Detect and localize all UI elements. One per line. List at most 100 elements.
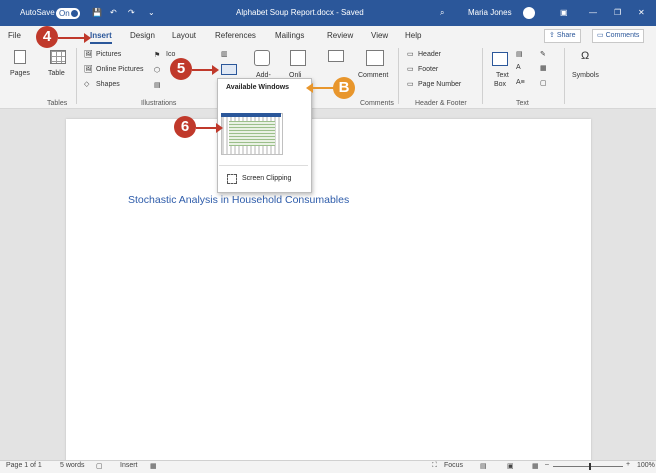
avatar[interactable] [523,7,535,19]
pages-button[interactable]: Pages [10,70,30,77]
ribbon-divider [76,48,77,104]
thumbnail-titlebar [221,113,281,117]
text-box-label-2[interactable]: Box [494,81,506,88]
proofing-icon[interactable]: ▢ [96,462,103,470]
tab-view[interactable]: View [371,31,388,40]
print-layout-icon[interactable]: ▣ [507,462,514,470]
share-button[interactable]: ⇪ Share [544,29,581,43]
comment-icon[interactable] [366,50,384,66]
callout-5-arrow [192,69,212,71]
focus-button[interactable]: Focus [444,462,463,469]
header-button[interactable]: Header [418,51,441,58]
search-icon[interactable]: ⌕ [440,8,444,18]
read-mode-icon[interactable]: ▤ [480,462,487,470]
icons-icon[interactable]: ⚑ [154,51,160,59]
pages-icon[interactable] [14,50,26,64]
document-page[interactable] [66,119,591,464]
screen-clipping-option[interactable]: Screen Clipping [242,175,291,182]
callout-6-arrow [196,127,216,129]
dropdown-divider [219,165,308,166]
macro-icon[interactable]: ▦ [150,462,157,470]
symbols-icon[interactable]: Ω [581,50,589,62]
undo-icon[interactable]: ↶ [110,8,117,17]
insert-mode[interactable]: Insert [120,462,138,469]
focus-icon[interactable]: ⛶ [432,462,437,470]
link-icon[interactable] [328,50,344,62]
customize-toolbar-icon[interactable]: ⌄ [148,8,155,17]
tab-mailings[interactable]: Mailings [275,31,304,40]
online-pictures-button[interactable]: Online Pictures [96,66,143,73]
zoom-in-button[interactable]: + [626,461,630,468]
autosave-label: AutoSave [20,8,55,17]
group-header-footer: Header & Footer [415,100,467,107]
comment-button[interactable]: Comment [358,72,388,79]
online-video-icon[interactable] [290,50,306,66]
shapes-button[interactable]: Shapes [96,81,120,88]
text-box-icon[interactable] [492,52,508,66]
pictures-button[interactable]: Pictures [96,51,121,58]
object-icon[interactable]: ▢ [540,79,547,87]
close-icon[interactable]: ✕ [638,8,645,17]
word-count[interactable]: 5 words [60,462,85,469]
date-time-icon[interactable]: ▦ [540,64,547,72]
pictures-icon[interactable]: 🖼 [84,50,93,58]
drop-cap-icon[interactable]: A≡ [516,79,525,86]
screen-clipping-icon [227,174,237,184]
tab-help[interactable]: Help [405,31,421,40]
ribbon-divider [398,48,399,104]
page-number-button[interactable]: Page Number [418,81,461,88]
tab-layout[interactable]: Layout [172,31,196,40]
screenshot-button[interactable] [221,64,237,75]
ribbon-display-icon[interactable]: ▣ [560,8,568,17]
page-count[interactable]: Page 1 of 1 [6,462,42,469]
table-icon[interactable] [50,50,66,64]
chart-icon[interactable]: ▥ [221,50,228,58]
comments-button[interactable]: ▭ Comments [592,29,645,43]
zoom-level[interactable]: 100% [637,462,655,469]
footer-button[interactable]: Footer [418,66,438,73]
header-icon[interactable]: ▭ [407,50,414,58]
zoom-slider-thumb[interactable] [589,463,591,470]
minimize-icon[interactable]: — [589,8,597,17]
quick-parts-icon[interactable]: ▤ [516,50,523,58]
zoom-out-button[interactable]: – [545,461,549,468]
restore-icon[interactable]: ❐ [614,8,621,17]
table-button[interactable]: Table [48,70,65,77]
footer-icon[interactable]: ▭ [407,65,414,73]
page-number-icon[interactable]: ▭ [407,80,414,88]
callout-6: 6 [174,116,196,138]
callout-b-arrow [313,87,335,89]
callout-4-arrowhead [84,33,91,43]
signature-line-icon[interactable]: ✎ [540,50,546,58]
zoom-slider[interactable] [553,466,623,467]
tab-insert[interactable]: Insert [90,31,112,44]
save-icon[interactable]: 💾 [92,8,102,17]
text-box-label-1[interactable]: Text [496,72,509,79]
3d-models-icon[interactable]: ⬡ [154,66,160,74]
online-pictures-icon[interactable]: 🖼 [84,65,93,73]
shapes-icon[interactable]: ◇ [84,80,89,88]
tab-file[interactable]: File [8,31,21,40]
add-ins-icon[interactable] [254,50,270,66]
web-layout-icon[interactable]: ▦ [532,462,539,470]
symbols-button[interactable]: Symbols [572,72,599,79]
available-windows-heading: Available Windows [226,84,290,91]
callout-b-arrowhead [306,83,313,93]
tab-review[interactable]: Review [327,31,353,40]
callout-6-arrowhead [216,123,223,133]
redo-icon[interactable]: ↷ [128,8,135,17]
wordart-icon[interactable]: A [516,64,521,71]
icons-button[interactable]: Ico [166,51,175,58]
callout-b: B [333,77,355,99]
group-tables: Tables [47,100,68,107]
callout-5-arrowhead [212,65,219,75]
autosave-toggle[interactable]: On [56,8,80,19]
smartart-icon[interactable]: ▤ [154,81,161,89]
tab-design[interactable]: Design [130,31,155,40]
ribbon-divider [564,48,565,104]
tab-references[interactable]: References [215,31,256,40]
callout-4: 4 [36,26,58,48]
document-heading[interactable]: Stochastic Analysis in Household Consuma… [128,194,349,206]
callout-4-arrow [58,37,84,39]
user-name[interactable]: Maria Jones [468,8,512,17]
